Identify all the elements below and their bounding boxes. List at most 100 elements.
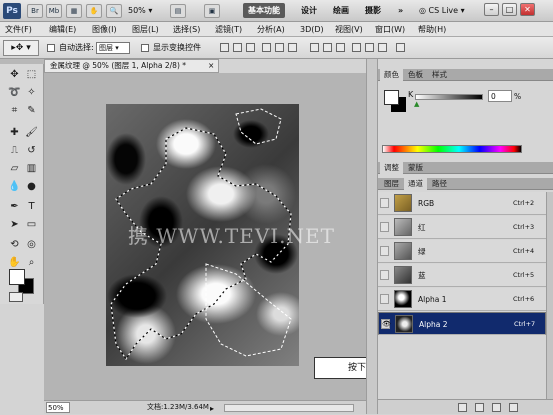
cs-live-button[interactable]: ◎ CS Live ▾ (419, 3, 473, 18)
maximize-button[interactable]: □ (502, 3, 517, 16)
eyedropper-icon[interactable]: ✎ (24, 103, 39, 118)
distribute-hcenter-icon[interactable] (365, 43, 374, 52)
menu-help[interactable]: 帮助(H) (418, 23, 446, 36)
workspace-design[interactable]: 设计 (296, 3, 322, 18)
workspace-painting[interactable]: 绘画 (328, 3, 354, 18)
horizontal-scrollbar[interactable] (224, 404, 354, 412)
channel-thumbnail[interactable] (394, 290, 412, 308)
zoom-level-menu[interactable]: 50% ▾ (128, 4, 162, 18)
close-button[interactable]: ✕ (520, 3, 535, 16)
k-slider[interactable] (415, 94, 483, 100)
quick-mask-icon[interactable] (9, 292, 23, 302)
channel-thumbnail[interactable] (394, 218, 412, 236)
k-value-field[interactable]: 0 (488, 90, 512, 102)
arrange-documents-icon[interactable]: ▤ (170, 4, 186, 18)
workspace-more-button[interactable]: » (393, 3, 408, 18)
visibility-eye-icon[interactable] (380, 270, 389, 280)
visibility-eye-icon[interactable]: 👁 (381, 319, 391, 329)
extras-icon[interactable]: ▦ (66, 4, 82, 18)
type-icon[interactable]: T (24, 199, 39, 214)
magic-wand-icon[interactable]: ✧ (24, 85, 39, 100)
clone-stamp-icon[interactable]: ⎍ (7, 143, 22, 158)
gradient-icon[interactable]: ▥ (24, 161, 39, 176)
color-fg-swatch[interactable] (384, 90, 399, 105)
panel-dock-strip[interactable] (366, 59, 378, 414)
channels-scrollbar[interactable] (546, 192, 553, 399)
menu-edit[interactable]: 编辑(E) (49, 23, 76, 36)
workspace-photography[interactable]: 摄影 (360, 3, 386, 18)
menu-select[interactable]: 选择(S) (173, 23, 200, 36)
auto-select-checkbox[interactable] (47, 44, 55, 52)
show-transform-checkbox[interactable] (141, 44, 149, 52)
path-select-icon[interactable]: ➤ (7, 217, 22, 232)
toolbar-grip[interactable] (0, 59, 44, 64)
align-bottom-icon[interactable] (246, 43, 255, 52)
visibility-eye-icon[interactable] (380, 246, 389, 256)
tab-masks[interactable]: 蒙版 (404, 162, 427, 174)
align-right-icon[interactable] (288, 43, 297, 52)
color-ramp[interactable] (382, 145, 522, 153)
minimize-button[interactable]: – (484, 3, 499, 16)
tab-adjustments[interactable]: 调整 (380, 162, 403, 174)
tab-styles[interactable]: 样式 (428, 69, 451, 81)
visibility-eye-icon[interactable] (380, 222, 389, 232)
auto-align-icon[interactable] (396, 43, 405, 52)
distribute-bottom-icon[interactable] (336, 43, 345, 52)
channel-row-alpha2[interactable]: 👁 Alpha 2 Ctrl+7 (378, 312, 546, 335)
menu-3d[interactable]: 3D(D) (300, 23, 324, 36)
align-left-icon[interactable] (262, 43, 271, 52)
pen-icon[interactable]: ✒ (7, 199, 22, 214)
foreground-color-swatch[interactable] (9, 269, 25, 285)
delete-channel-icon[interactable] (509, 403, 518, 412)
distribute-vcenter-icon[interactable] (323, 43, 332, 52)
menu-file[interactable]: 文件(F) (5, 23, 32, 36)
save-selection-icon[interactable] (475, 403, 484, 412)
brush-icon[interactable]: 🖌 (24, 125, 39, 140)
menu-layer[interactable]: 图层(L) (132, 23, 159, 36)
channel-row-green[interactable]: 绿 Ctrl+4 (378, 240, 546, 263)
dodge-icon[interactable]: ● (24, 179, 39, 194)
document-tab[interactable]: 金属纹理 @ 50% (图层 1, Alpha 2/8) * × (44, 59, 219, 73)
tab-swatches[interactable]: 色板 (404, 69, 427, 81)
tool-preset-picker[interactable]: ▸✥ ▾ (3, 40, 39, 56)
zoom-icon[interactable]: ⌕ (24, 255, 39, 270)
healing-brush-icon[interactable]: ✚ (7, 125, 22, 140)
lasso-icon[interactable]: ➰ (7, 85, 22, 100)
channel-thumbnail[interactable] (394, 242, 412, 260)
blur-icon[interactable]: 💧 (7, 179, 22, 194)
menu-window[interactable]: 窗口(W) (375, 23, 405, 36)
visibility-eye-icon[interactable] (380, 294, 389, 304)
distribute-left-icon[interactable] (352, 43, 361, 52)
align-top-icon[interactable] (220, 43, 229, 52)
align-vcenter-icon[interactable] (233, 43, 242, 52)
auto-select-dropdown[interactable]: 图层 ▾ (96, 42, 130, 54)
mini-bridge-button[interactable]: Mb (46, 4, 62, 18)
load-selection-icon[interactable] (458, 403, 467, 412)
tab-color[interactable]: 颜色 (380, 69, 403, 81)
close-tab-icon[interactable]: × (208, 60, 214, 72)
3d-orbit-icon[interactable]: ◎ (24, 237, 39, 252)
eraser-icon[interactable]: ▱ (7, 161, 22, 176)
menu-view[interactable]: 视图(V) (335, 23, 363, 36)
slider-handle-icon[interactable]: ▲ (414, 100, 419, 108)
visibility-eye-icon[interactable] (380, 198, 389, 208)
tab-channels[interactable]: 通道 (404, 178, 427, 190)
menu-image[interactable]: 图像(I) (92, 23, 117, 36)
align-hcenter-icon[interactable] (275, 43, 284, 52)
bridge-button[interactable]: Br (27, 4, 43, 18)
zoom-field[interactable]: 50% (46, 402, 70, 413)
new-channel-icon[interactable] (492, 403, 501, 412)
channel-row-alpha1[interactable]: Alpha 1 Ctrl+6 (378, 288, 546, 311)
channel-row-rgb[interactable]: RGB Ctrl+2 (378, 192, 546, 215)
shape-icon[interactable]: ▭ (24, 217, 39, 232)
tab-layers[interactable]: 图层 (380, 178, 403, 190)
menu-analysis[interactable]: 分析(A) (257, 23, 285, 36)
channel-row-red[interactable]: 红 Ctrl+3 (378, 216, 546, 239)
crop-icon[interactable]: ⌗ (7, 103, 22, 118)
workspace-essentials[interactable]: 基本功能 (243, 3, 285, 18)
screen-mode-icon[interactable]: ▣ (204, 4, 220, 18)
move-tool-icon[interactable]: ✥ (7, 67, 22, 82)
status-menu-icon[interactable]: ▸ (210, 402, 214, 415)
channel-thumbnail[interactable] (394, 266, 412, 284)
channel-thumbnail[interactable] (395, 315, 413, 333)
